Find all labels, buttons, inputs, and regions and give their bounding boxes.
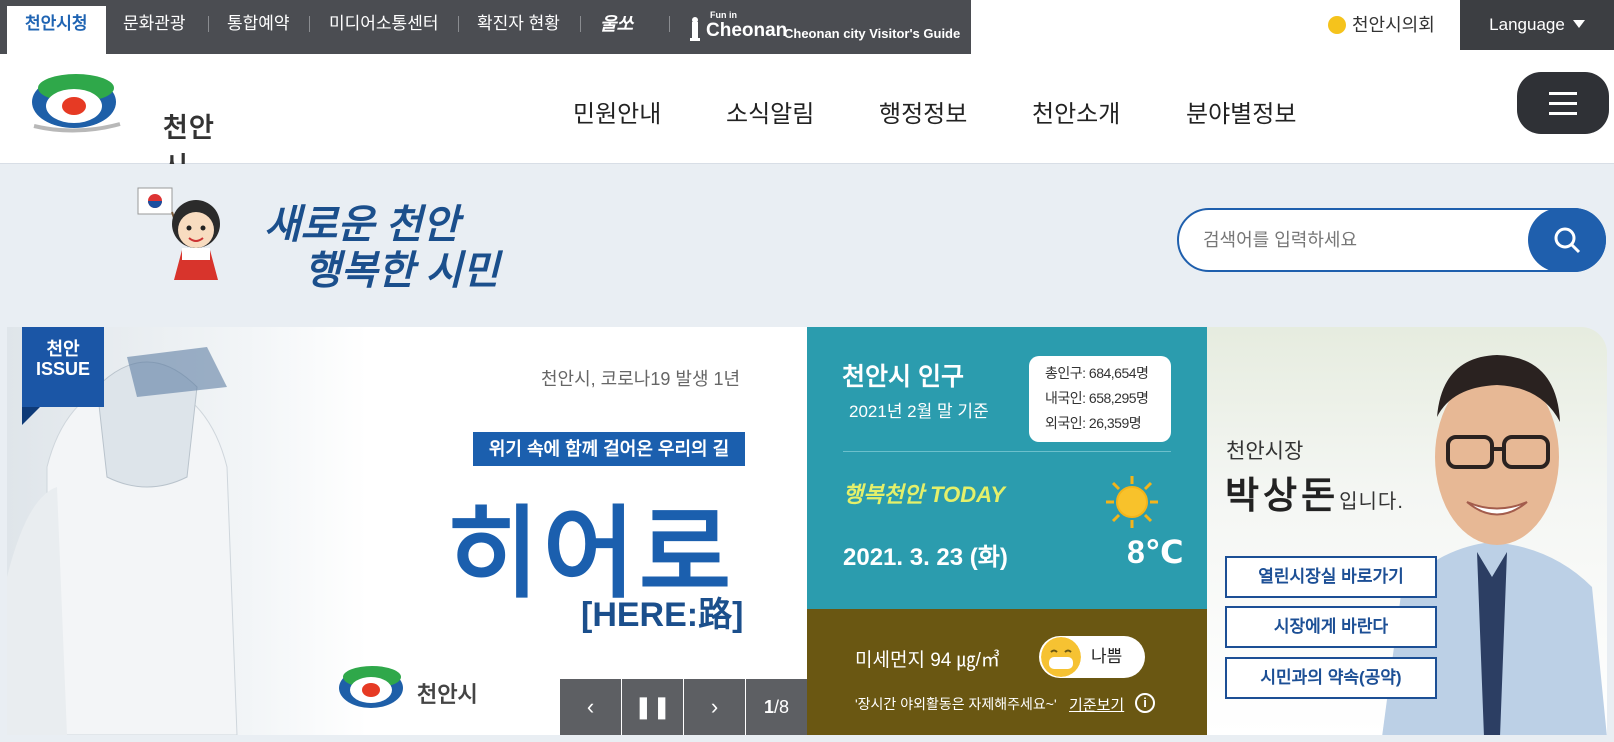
visitor-guide-text: Cheonan city Visitor's Guide <box>784 26 961 41</box>
slogan-line-2: 행복한 시민 <box>304 249 500 293</box>
population-title: 천안시 인구 <box>842 363 964 391</box>
slide-pause-button[interactable]: ❚❚ <box>622 679 683 735</box>
utility-bar: 천안시청 문화관광 통합예약 미디어소통센터 확진자 현황 울쏘 Fun in … <box>0 0 1614 54</box>
population-foreign: 외국인: 26,359명 <box>1045 415 1142 431</box>
ribbon-line-1: 천안 <box>46 339 80 359</box>
today-label: 행복천안 TODAY <box>843 482 1006 507</box>
slide-next-button[interactable]: › <box>684 679 745 735</box>
nav-civil-service[interactable]: 민원안내 <box>573 94 661 129</box>
population-card: 총인구: 684,654명 내국인: 658,295명 외국인: 26,359명 <box>1029 356 1171 442</box>
all-menu-button[interactable] <box>1517 72 1609 134</box>
mayor-name-suffix: 입니다. <box>1339 491 1404 513</box>
divider <box>843 451 1171 452</box>
fine-dust-panel: 미세먼지 94 ㎍/㎥ 나쁨 '장시간 야외활동은 자제해주세요~' 기준보기 … <box>807 609 1207 735</box>
temperature: 8℃ <box>1127 534 1184 570</box>
caret-down-icon <box>1572 20 1585 28</box>
population-total: 총인구: 684,654명 <box>1045 365 1149 381</box>
hamburger-icon <box>1549 102 1577 105</box>
search-icon <box>1554 227 1581 254</box>
language-selector[interactable]: Language <box>1460 0 1614 50</box>
hamburger-icon <box>1549 92 1577 95</box>
lighthouse-icon <box>690 17 700 41</box>
fine-dust-message: '장시간 야외활동은 자제해주세요~' <box>855 696 1057 712</box>
fine-dust-badge: 나쁨 <box>1039 636 1145 678</box>
util-separator <box>309 16 310 32</box>
mayor-pledges-button[interactable]: 시민과의 약속(공약) <box>1225 657 1437 699</box>
fine-dust-state: 나쁨 <box>1091 647 1123 666</box>
council-emblem-icon <box>1328 16 1346 34</box>
mayor-title: 천안시장 <box>1226 440 1304 463</box>
city-council-label: 천안시의회 <box>1352 15 1435 35</box>
util-separator <box>580 16 581 32</box>
city-logo[interactable]: 천안시 <box>30 72 230 182</box>
cheonan-emblem-icon <box>32 74 121 133</box>
slogan-banner: 새로운 천안 행복한 시민 <box>134 182 499 293</box>
population-panel: 천안시 인구 2021년 2월 말 기준 총인구: 684,654명 내국인: … <box>807 327 1207 609</box>
hamburger-icon <box>1549 112 1577 115</box>
slide-total: /8 <box>774 697 790 717</box>
sun-icon <box>1106 476 1158 528</box>
nav-administration[interactable]: 행정정보 <box>879 94 967 129</box>
pause-icon: ❚❚ <box>634 694 671 719</box>
util-separator <box>208 16 209 32</box>
population-date: 2021년 2월 말 기준 <box>849 402 989 421</box>
mayor-name-line: 박상돈입니다. <box>1225 465 1404 519</box>
criteria-link[interactable]: 기준보기 <box>1069 694 1124 715</box>
nav-field-info[interactable]: 분야별정보 <box>1186 94 1296 129</box>
issue-ribbon: 천안 ISSUE <box>22 327 104 425</box>
mayor-name: 박상돈 <box>1225 475 1340 516</box>
chevron-left-icon: ‹ <box>586 694 595 719</box>
search-bar <box>1177 208 1606 272</box>
city-council-link[interactable]: 천안시의회 <box>1328 0 1435 50</box>
fun-in-label: Fun in <box>710 10 737 20</box>
mayor-panel: 천안시장 박상돈입니다. 열린시장실 바로가기 시장에게 바란다 시민과의 약속… <box>1207 327 1607 735</box>
info-icon[interactable]: i <box>1135 693 1155 713</box>
ribbon-line-2: ISSUE <box>35 359 91 379</box>
util-link-confirmed-cases[interactable]: 확진자 현황 <box>477 0 560 54</box>
utility-bar-left: 천안시청 문화관광 통합예약 미디어소통센터 확진자 현황 울쏘 Fun in … <box>0 0 971 54</box>
search-button[interactable] <box>1528 208 1606 272</box>
mascot-image <box>137 187 220 280</box>
slide-pager: 1/8 <box>746 679 807 735</box>
issue-slider[interactable]: 천안 ISSUE 천안시, 코로나19 발생 1년 위기 속에 함께 걸어온 우… <box>7 327 807 735</box>
util-link-city-hall[interactable]: 천안시청 <box>7 6 106 54</box>
slide-current: 1 <box>763 697 774 717</box>
util-separator <box>458 16 459 32</box>
today-date: 2021. 3. 23 (화) <box>843 544 1008 571</box>
issue-logo-text: 천안시 <box>417 682 478 707</box>
petition-to-mayor-button[interactable]: 시장에게 바란다 <box>1225 606 1437 648</box>
search-input[interactable] <box>1203 224 1503 256</box>
chevron-right-icon: › <box>710 694 719 719</box>
nav-about-cheonan[interactable]: 천안소개 <box>1032 94 1120 129</box>
main-header: 천안시 민원안내 소식알림 행정정보 천안소개 분야별정보 <box>0 54 1614 182</box>
slide-prev-button[interactable]: ‹ <box>560 679 621 735</box>
issue-here-label: [HERE:路] <box>581 596 744 634</box>
issue-tag: 위기 속에 함께 걸어온 우리의 길 <box>473 432 745 466</box>
nav-news[interactable]: 소식알림 <box>726 94 814 129</box>
fine-dust-label: 미세먼지 94 ㎍/㎥ <box>855 650 1000 671</box>
mask-face-icon <box>1041 637 1081 677</box>
util-link-media-center[interactable]: 미디어소통센터 <box>329 0 438 54</box>
issue-subtitle: 천안시, 코로나19 발생 1년 <box>541 369 741 389</box>
util-separator <box>669 16 670 32</box>
language-label: Language <box>1489 15 1565 34</box>
population-native: 내국인: 658,295명 <box>1045 390 1149 406</box>
util-link-reservation[interactable]: 통합예약 <box>227 0 290 54</box>
util-link-culture-tour[interactable]: 문화관광 <box>123 0 186 54</box>
ulsso-logo-link[interactable]: 울쏘 <box>600 10 633 38</box>
cheonan-brand: Cheonan <box>706 20 788 41</box>
open-mayor-office-button[interactable]: 열린시장실 바로가기 <box>1225 556 1437 598</box>
